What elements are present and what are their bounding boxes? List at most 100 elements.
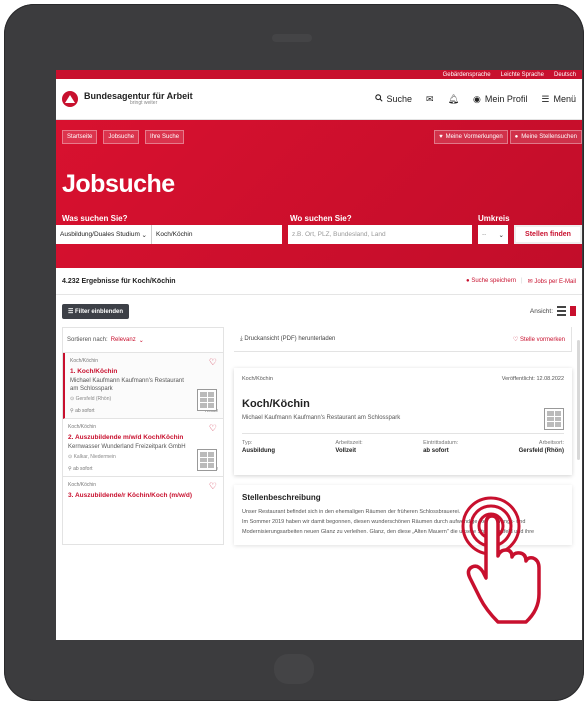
item-title[interactable]: 2. Auszubildende m/w/d Koch/Köchin [68, 434, 218, 441]
location-input[interactable]: z.B. Ort, PLZ, Bundesland, Land [288, 225, 472, 244]
item-footer: ⚲ ab sofort Heute [68, 466, 218, 472]
tap-hand-icon [461, 496, 541, 624]
filter-button[interactable]: ☰ Filter einblenden [62, 303, 130, 319]
sort-control[interactable]: Sortieren nach: Relevanz ⌄ [63, 328, 223, 353]
accessibility-bar: Gebärdensprache Leichte Sprache Deutsch [56, 70, 582, 79]
building-icon [544, 408, 564, 430]
item-start: ⚲ ab sofort [70, 408, 95, 414]
scrollbar[interactable] [577, 340, 580, 460]
ba-logo-icon[interactable] [62, 91, 78, 107]
bookmarks-button[interactable]: ♥ Meine Vormerkungen [434, 130, 508, 144]
building-icon [197, 389, 217, 411]
brand-tagline: bringt weiter [130, 100, 158, 106]
heart-icon[interactable]: ♡ [209, 423, 217, 434]
item-location: ⊙ Kalkar, Niedermein [68, 454, 218, 460]
job-type-value: Ausbildung/Duales Studium [60, 231, 140, 238]
email-jobs-button[interactable]: ✉ Jobs per E-Mail [528, 278, 576, 285]
item-title[interactable]: 1. Koch/Köchin [70, 368, 218, 375]
list-item[interactable]: Koch/Köchin ♡ 2. Auszubildende m/w/d Koc… [63, 419, 223, 477]
fact-label: Arbeitszeit: [335, 440, 363, 446]
item-location-text: Gersfeld (Rhön) [75, 396, 112, 402]
menu-button[interactable]: ☰ Menü [541, 94, 576, 105]
results-bar: 4.232 Ergebnisse für Koch/Köchin ● Suche… [56, 268, 582, 295]
profile-button[interactable]: ◉ Mein Profil [473, 94, 527, 105]
search-button[interactable]: Suche [374, 94, 413, 104]
list-view-icon[interactable] [557, 306, 566, 316]
fact-label: Eintrittsdatum: [423, 440, 459, 446]
profile-label: Mein Profil [484, 94, 528, 104]
bell-icon[interactable]: 🔔︎ [448, 94, 459, 105]
easy-language-link[interactable]: Leichte Sprache [501, 72, 544, 78]
hamburger-icon: ☰ [541, 93, 550, 104]
location-placeholder: z.B. Ort, PLZ, Bundesland, Land [292, 231, 386, 238]
list-item[interactable]: Koch/Köchin ♡ 1. Koch/Köchin Michael Kau… [63, 353, 223, 419]
language-link[interactable]: Deutsch [554, 72, 576, 78]
fact-type: Typ: Ausbildung [242, 440, 275, 454]
bookmark-icon: ● [514, 134, 519, 140]
heart-icon[interactable]: ♡ [209, 481, 217, 492]
filter-label: Filter einblenden [75, 308, 124, 315]
divider [242, 433, 564, 434]
item-location-text: Kalkar, Niedermein [73, 454, 116, 460]
main-nav: Suche ✉ 🔔︎ ◉ Mein Profil ☰ Menü [374, 94, 576, 105]
saved-searches-label: Meine Stellensuchen [521, 134, 577, 140]
job-type-select[interactable]: Ausbildung/Duales Studium ⌄ [56, 225, 152, 244]
view-switch: Ansicht: [530, 306, 576, 316]
bookmark-job-button[interactable]: ♡ Stelle vormerken [513, 336, 565, 343]
radius-label: Umkreis [478, 214, 510, 223]
heart-icon[interactable]: ♡ [209, 357, 217, 368]
job-company: Michael Kaufmann Kaufmann's Restaurant a… [242, 415, 401, 421]
page-title: Jobsuche [62, 170, 175, 198]
split-view-icon[interactable] [570, 306, 576, 316]
fact-value: Vollzeit [335, 448, 356, 454]
camera [272, 34, 312, 42]
what-label: Was suchen Sie? [62, 214, 128, 223]
radius-select[interactable]: -- ⌄ [478, 225, 508, 244]
fact-start: Eintrittsdatum: ab sofort [423, 440, 458, 454]
search-icon [374, 94, 383, 104]
crumb-jobsuche[interactable]: Jobsuche [103, 130, 140, 144]
job-search-input[interactable]: Koch/Köchin [152, 225, 282, 244]
saved-searches-button[interactable]: ● Meine Stellensuchen [509, 130, 582, 144]
fact-value: Ausbildung [242, 448, 275, 454]
filter-icon: ☰ [68, 308, 76, 315]
item-start: ⚲ ab sofort [68, 466, 93, 472]
item-title[interactable]: 3. Auszubildende/r Köchin/Koch (m/w/d) [68, 492, 218, 499]
published-date: Veröffentlicht: 12.08.2022 [501, 376, 564, 382]
find-jobs-button[interactable]: Stellen finden [514, 225, 582, 244]
item-location: ⊙ Gersfeld (Rhön) [70, 396, 218, 402]
heart-icon: ♡ [512, 336, 520, 343]
print-pdf-button[interactable]: ⤓ Druckansicht (PDF) herunterladen [240, 336, 335, 343]
fact-value: ab sofort [423, 448, 449, 454]
divider: | [521, 278, 523, 284]
bookmarks-label: Meine Vormerkungen [445, 134, 503, 140]
job-summary-card: Koch/Köchin Veröffentlicht: 12.08.2022 K… [234, 368, 572, 475]
crumb-home[interactable]: Startseite [62, 130, 98, 144]
bookmark-job-label: Stelle vormerken [519, 336, 565, 343]
sort-label: Sortieren nach: [67, 337, 108, 343]
search-hero: Startseite Jobsuche Ihre Suche ♥ Meine Vo… [56, 120, 582, 268]
fact-worktime: Arbeitszeit: Vollzeit [335, 440, 362, 454]
save-search-label: Suche speichern [471, 278, 517, 284]
results-count: 4.232 Ergebnisse für Koch/Köchin [62, 277, 176, 285]
filter-bar: ☰ Filter einblenden Ansicht: [56, 295, 582, 327]
breadcrumb: Startseite Jobsuche Ihre Suche [62, 130, 185, 144]
mail-icon[interactable]: ✉ [426, 94, 434, 105]
search-label: Suche [386, 94, 413, 104]
list-item[interactable]: Koch/Köchin ♡ 3. Auszubildende/r Köchin/… [63, 477, 223, 503]
job-category: Koch/Köchin [242, 376, 273, 382]
where-label: Wo suchen Sie? [290, 214, 352, 223]
crumb-search[interactable]: Ihre Suche [145, 130, 185, 144]
site-header: Bundesagentur für Arbeit bringt weiter S… [56, 79, 582, 120]
home-button[interactable] [274, 654, 314, 684]
item-start-text: ab sofort [73, 466, 93, 472]
sign-language-link[interactable]: Gebärdensprache [443, 72, 491, 78]
brand[interactable]: Bundesagentur für Arbeit bringt weiter [84, 92, 193, 106]
item-category: Koch/Köchin [70, 358, 99, 364]
job-search-value: Koch/Köchin [156, 231, 193, 238]
save-search-button[interactable]: ● Suche speichern [466, 278, 516, 284]
summary-meta: Koch/Köchin Veröffentlicht: 12.08.2022 [242, 376, 564, 382]
user-icon: ◉ [473, 93, 481, 104]
item-start-text: ab sofort [75, 408, 95, 414]
job-title: Koch/Köchin [242, 398, 310, 410]
